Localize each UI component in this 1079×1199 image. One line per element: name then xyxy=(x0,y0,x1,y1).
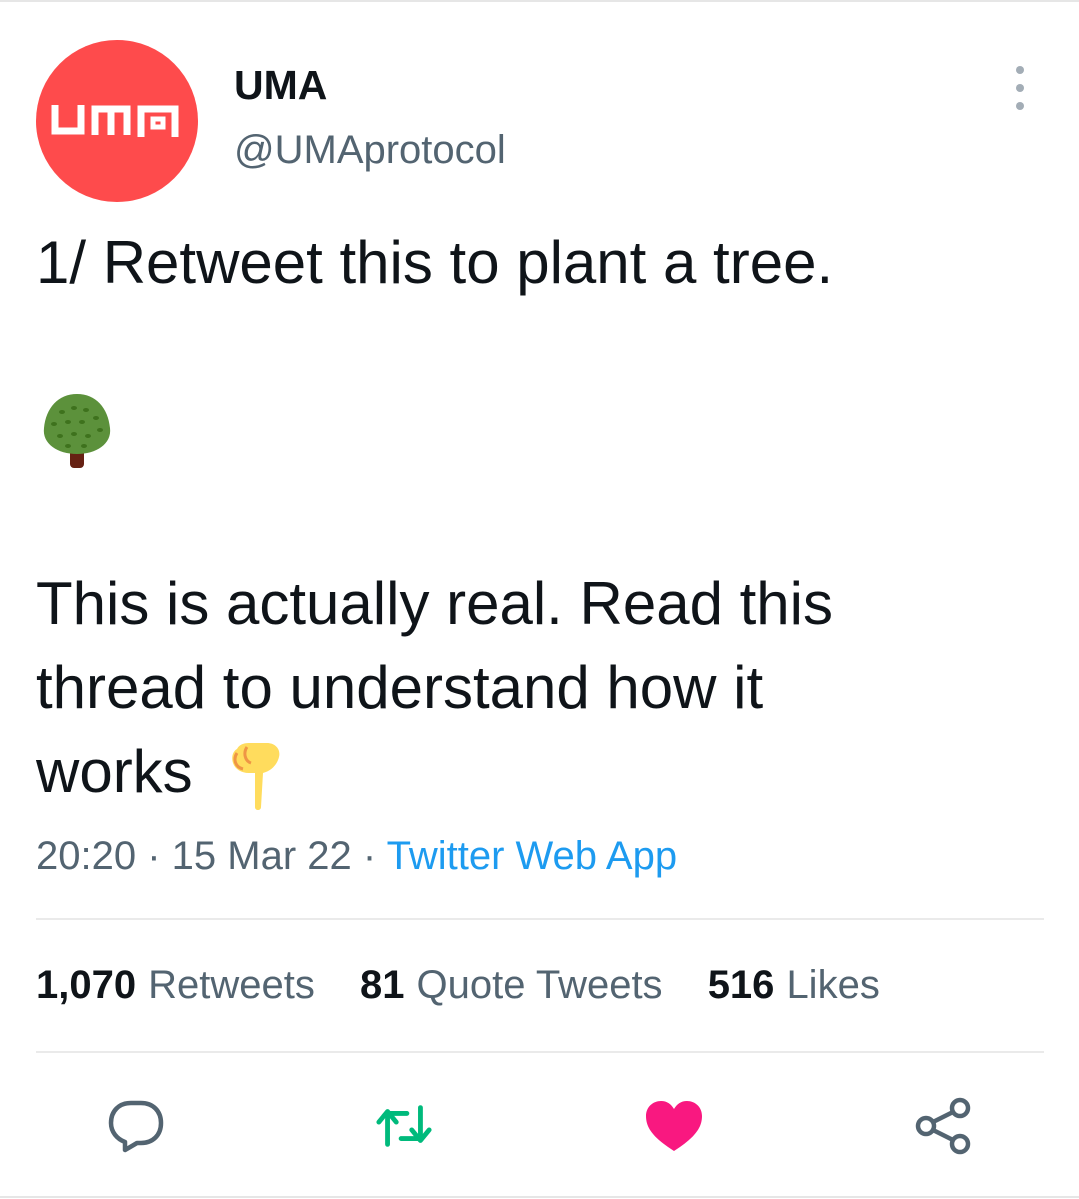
tweet-date[interactable]: 15 Mar 22 xyxy=(172,834,352,878)
meta-separator: · xyxy=(136,834,172,878)
retweet-button[interactable] xyxy=(374,1096,434,1156)
tweet-text-line: works xyxy=(36,730,291,814)
quote-tweets-stat[interactable]: 81 Quote Tweets xyxy=(360,963,663,1008)
more-dot-icon xyxy=(1016,66,1024,74)
share-icon xyxy=(915,1097,971,1155)
likes-label: Likes xyxy=(786,963,880,1007)
tweet-text-line: thread to understand how it xyxy=(36,654,764,721)
retweets-count: 1,070 xyxy=(36,963,137,1007)
more-options-button[interactable] xyxy=(1004,66,1036,110)
tweet-source-link[interactable]: Twitter Web App xyxy=(387,834,678,878)
author-handle[interactable]: @UMAprotocol xyxy=(234,128,506,173)
more-dot-icon xyxy=(1016,84,1024,92)
more-dot-icon xyxy=(1016,102,1024,110)
bottom-border xyxy=(0,1196,1079,1198)
quote-tweets-label: Quote Tweets xyxy=(416,963,663,1007)
reply-icon xyxy=(108,1100,164,1153)
tweet-stats: 1,070 Retweets 81 Quote Tweets 516 Likes xyxy=(36,963,914,1008)
share-button[interactable] xyxy=(914,1096,974,1156)
divider xyxy=(36,918,1044,920)
author-display-name[interactable]: UMA xyxy=(234,62,327,109)
tweet-time[interactable]: 20:20 xyxy=(36,834,136,878)
retweets-stat[interactable]: 1,070 Retweets xyxy=(36,963,315,1008)
tweet-text-line: 1/ Retweet this to plant a tree. xyxy=(36,229,834,296)
tweet-text-word: works xyxy=(36,738,193,805)
divider xyxy=(36,1051,1044,1053)
avatar[interactable] xyxy=(36,40,198,202)
likes-count: 516 xyxy=(707,963,775,1007)
deciduous-tree-emoji xyxy=(43,394,111,468)
tweet-text-line: This is actually real. Read this xyxy=(36,570,833,637)
likes-stat[interactable]: 516 Likes xyxy=(708,963,880,1008)
tweet-meta: 20:20 · 15 Mar 22 · Twitter Web App xyxy=(36,834,677,879)
top-border xyxy=(0,0,1079,2)
quote-tweets-count: 81 xyxy=(359,963,405,1007)
pointing-down-emoji xyxy=(232,743,280,811)
meta-separator: · xyxy=(351,834,387,878)
uma-logo xyxy=(51,105,179,137)
retweets-label: Retweets xyxy=(148,963,315,1007)
like-button[interactable] xyxy=(644,1096,704,1156)
like-icon xyxy=(646,1101,702,1151)
reply-button[interactable] xyxy=(106,1096,166,1156)
retweet-icon xyxy=(376,1105,432,1147)
